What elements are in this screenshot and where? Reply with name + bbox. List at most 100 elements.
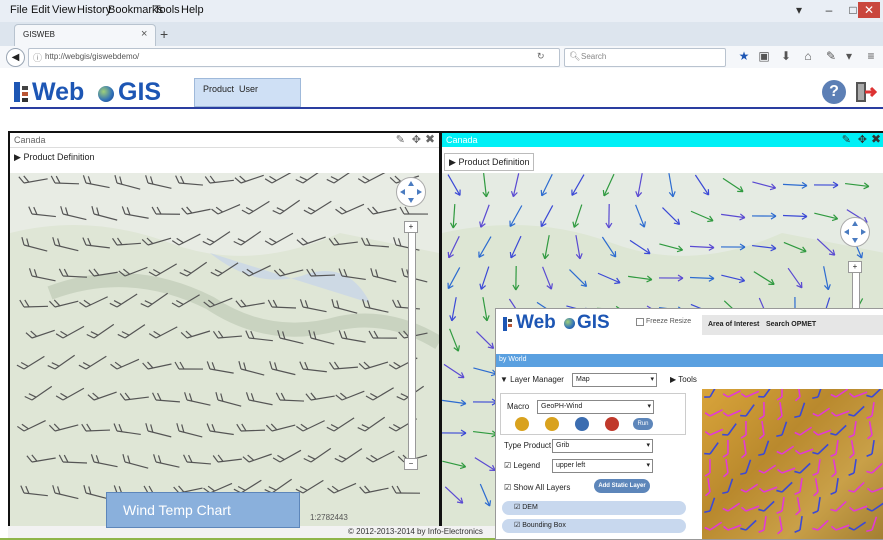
menu-tools[interactable]: Tools — [154, 4, 180, 16]
bookmark-star-icon[interactable]: ★ — [737, 49, 751, 63]
macro-open-icon[interactable] — [515, 417, 529, 431]
close-tab-icon[interactable]: × — [141, 28, 147, 40]
download-icon[interactable]: ⬇ — [779, 49, 793, 63]
inset-wind-barb-icon — [777, 442, 794, 456]
logout-icon[interactable] — [853, 80, 877, 104]
wind-barb-icon — [172, 228, 200, 247]
zoom-out-icon[interactable]: − — [404, 458, 418, 470]
map-panel-left: Canada ✎ ✥ ✖ ▶ Product Definition + − — [8, 131, 441, 530]
back-icon[interactable]: ◀ — [6, 48, 25, 67]
inset-map-view[interactable] — [702, 389, 883, 539]
home-icon[interactable]: ⌂ — [801, 49, 815, 63]
dropdown-icon[interactable]: ▾ — [842, 49, 856, 63]
menu-edit[interactable]: Edit — [31, 4, 50, 16]
panel-edit-icon[interactable]: ✎ — [842, 133, 851, 146]
type-product-value: Grib — [556, 442, 569, 449]
wind-barb-icon — [358, 173, 386, 185]
menu-search-opmet[interactable]: Search OPMET — [766, 321, 816, 328]
layer-dem-label: DEM — [522, 504, 538, 511]
url-bar[interactable]: ⓘ http://webgis/giswebdemo/ ↻ — [28, 48, 560, 67]
wind-barb-icon — [28, 207, 57, 217]
clipboard-icon[interactable]: ▣ — [757, 49, 771, 63]
hamburger-menu-icon[interactable]: ≡ — [864, 49, 878, 63]
inset-wind-barb-icon — [849, 389, 867, 398]
inset-wind-barb-icon — [849, 458, 856, 476]
inset-title-bar: by World — [496, 354, 883, 367]
product-definition-toggle[interactable]: ▶ Product Definition — [10, 149, 98, 165]
freeze-checkbox[interactable] — [636, 318, 644, 326]
wind-barb-icon — [235, 173, 264, 184]
layer-item-bounding-box[interactable]: ☑ Bounding Box — [502, 519, 686, 533]
minimize-icon[interactable]: ▾ — [786, 2, 812, 18]
macro-select[interactable]: GeoPH-Wind ▾ — [537, 400, 654, 414]
new-tab-icon[interactable]: + — [160, 26, 168, 42]
close-window-icon[interactable]: ✕ — [858, 2, 880, 18]
logo-gis-text: GIS — [118, 78, 161, 107]
panel-close-icon[interactable]: ✖ — [871, 132, 881, 146]
product-definition-toggle[interactable]: ▶ Product Definition — [444, 153, 534, 171]
search-field[interactable]: 🔍︎ Search — [564, 48, 726, 67]
addon-icon[interactable]: ✎ — [824, 49, 838, 63]
menu-area-of-interest[interactable]: Area of Interest — [708, 321, 759, 328]
add-static-layer-button[interactable]: Add Static Layer — [594, 479, 650, 493]
layer-select[interactable]: Map ▾ — [572, 373, 657, 387]
panel-move-icon[interactable]: ✥ — [858, 133, 867, 146]
show-all-label: Show All Layers — [513, 483, 570, 492]
pan-control[interactable] — [840, 217, 870, 247]
menu-file[interactable]: File — [10, 4, 28, 16]
macro-save-icon[interactable] — [545, 417, 559, 431]
inset-wind-barb-icon — [848, 403, 864, 418]
inset-wind-barb-icon — [867, 401, 874, 419]
inset-wind-barb-icon — [795, 515, 802, 533]
inset-wind-barb-icon — [758, 439, 768, 457]
inset-wind-barb-icon — [705, 405, 722, 417]
panel-move-icon[interactable]: ✥ — [412, 133, 421, 146]
zoom-in-icon[interactable]: + — [404, 221, 418, 233]
wind-arrow-icon — [752, 179, 777, 191]
panel-close-icon[interactable]: ✖ — [425, 132, 435, 146]
wind-arrow-icon — [690, 243, 714, 250]
inset-globe-icon — [564, 318, 575, 329]
nav-product[interactable]: Product — [203, 84, 234, 94]
tools-toggle[interactable]: ▶ Tools — [670, 375, 697, 384]
expand-arrow-icon: ▶ — [14, 152, 21, 162]
inset-wind-barb-icon — [776, 479, 792, 494]
wind-barb-icon — [368, 202, 397, 215]
reload-icon[interactable]: ↻ — [537, 51, 545, 62]
wind-barb-icon — [82, 175, 111, 187]
nav-user[interactable]: User — [239, 84, 258, 94]
menu-help[interactable]: Help — [181, 4, 204, 16]
type-product-label: Type Product — [504, 441, 551, 450]
wind-barb-icon — [400, 207, 428, 214]
inset-wind-barb-icon — [866, 389, 882, 399]
inset-header: Web GIS Freeze Resize Area of Interest S… — [496, 309, 883, 339]
macro-delete-icon[interactable] — [605, 417, 619, 431]
show-all-checkbox[interactable]: ☑ Show All Layers — [504, 483, 570, 492]
macro-select-value: GeoPH-Wind — [541, 403, 582, 410]
chevron-down-icon: ▾ — [650, 374, 656, 386]
inset-wind-map — [702, 389, 883, 539]
inset-wind-barb-icon — [704, 440, 718, 457]
pan-control[interactable] — [396, 177, 426, 207]
menu-view[interactable]: View — [52, 4, 76, 16]
run-button[interactable]: Run — [633, 418, 653, 430]
zoom-slider[interactable] — [408, 223, 416, 465]
browser-tab[interactable]: GISWEB × — [14, 24, 156, 47]
inset-wind-barb-icon — [793, 389, 800, 401]
legend-select[interactable]: upper left▾ — [552, 459, 653, 473]
macro-edit-icon[interactable] — [575, 417, 589, 431]
inset-wind-barb-icon — [867, 499, 883, 513]
zoom-in-icon[interactable]: + — [848, 261, 862, 273]
panel-title: Canada — [14, 135, 46, 145]
panel-edit-icon[interactable]: ✎ — [396, 133, 405, 146]
chevron-down-icon: ▾ — [647, 401, 653, 413]
legend-checkbox[interactable]: ☑ Legend — [504, 461, 540, 470]
minimize-window-icon[interactable]: – — [816, 2, 842, 18]
map-view-left[interactable]: + − — [10, 173, 439, 528]
layer-select-value: Map — [576, 376, 590, 383]
layer-item-dem[interactable]: ☑ DEM — [502, 501, 686, 515]
menu-history[interactable]: History — [77, 4, 111, 16]
type-product-select[interactable]: Grib▾ — [552, 439, 653, 453]
help-icon[interactable]: ? — [822, 80, 846, 104]
layer-manager-toggle[interactable]: ▼ Layer Manager — [500, 375, 564, 384]
